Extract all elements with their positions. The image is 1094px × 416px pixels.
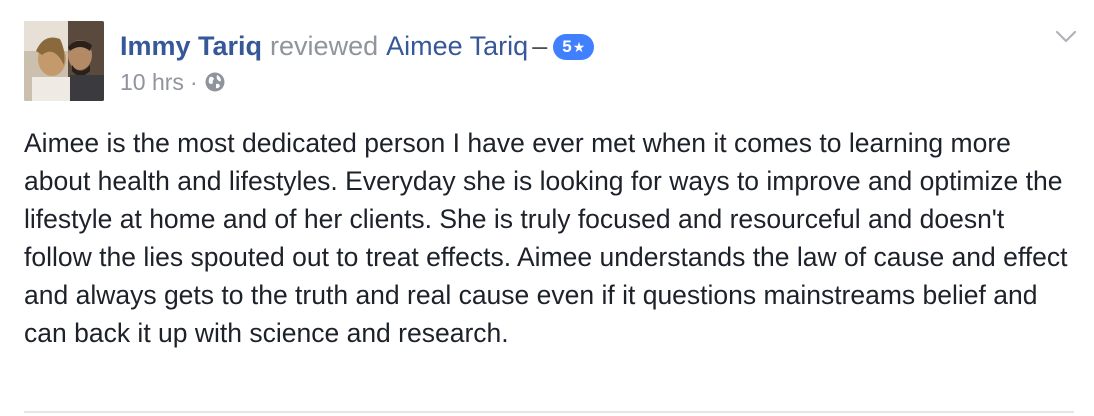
post-meta: 10 hrs · (120, 66, 226, 98)
review-post: Immy Tariq reviewed Aimee Tariq – 5 ★ 10 … (0, 0, 1094, 416)
avatar-photo (24, 21, 104, 101)
chevron-down-icon[interactable] (1054, 28, 1078, 46)
globe-icon[interactable] (204, 71, 226, 93)
star-icon: ★ (572, 39, 586, 55)
review-body-text: Aimee is the most dedicated person I hav… (24, 128, 1068, 348)
meta-separator: · (189, 68, 198, 95)
review-verb: reviewed (270, 31, 379, 61)
header-dash: – (532, 31, 548, 61)
reviewed-page-link[interactable]: Aimee Tariq (386, 26, 528, 66)
review-header: Immy Tariq reviewed Aimee Tariq – 5 ★ (120, 26, 595, 66)
rating-badge: 5 ★ (553, 34, 595, 60)
rating-value: 5 (562, 37, 572, 56)
avatar[interactable] (24, 21, 104, 101)
author-name-link[interactable]: Immy Tariq (120, 26, 262, 66)
divider (24, 411, 1074, 413)
timestamp-link[interactable]: 10 hrs (120, 69, 184, 96)
